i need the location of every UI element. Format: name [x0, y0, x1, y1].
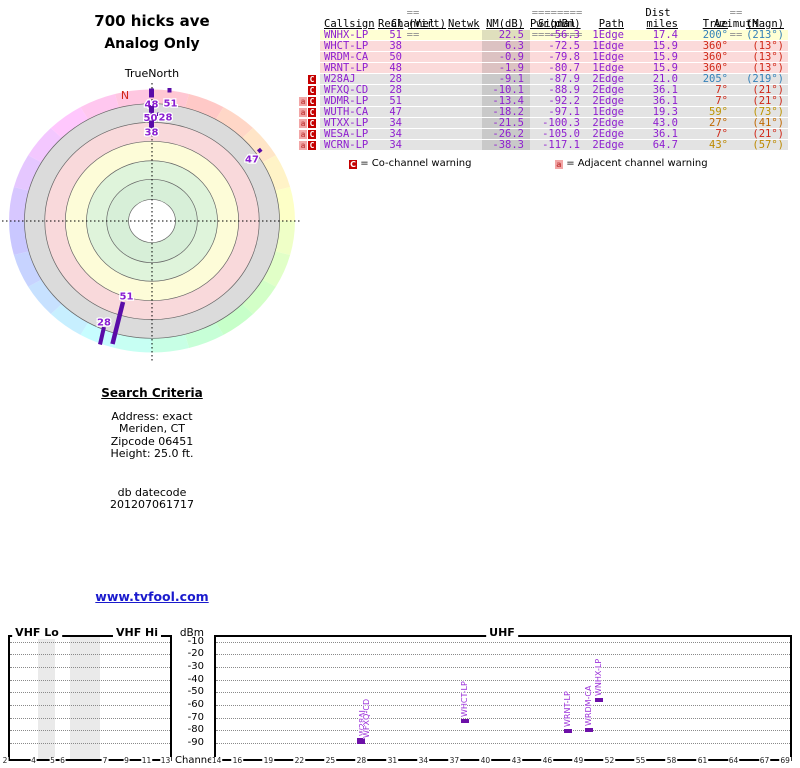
spectrum-station-label: WRDM-CA — [583, 685, 593, 727]
dbm-gridline — [216, 743, 790, 744]
channel-tick-label: 9 — [123, 756, 130, 765]
dbm-gridline — [216, 679, 790, 681]
spectrum-station-label: WFXQ-CD — [362, 698, 372, 738]
dbm-gridline — [10, 730, 170, 732]
channel-tick-label: 55 — [634, 756, 647, 765]
spectrum-station-bar — [564, 729, 573, 734]
dbm-tick-label: -80 — [187, 724, 204, 736]
channel-tick-label: 61 — [696, 756, 709, 765]
channel-tick-label: 64 — [727, 756, 740, 765]
channel-tick-label: 11 — [140, 756, 153, 765]
spectrum-station-label: WRNT-LP — [563, 691, 573, 728]
channel-tick-label: 37 — [448, 756, 461, 765]
dbm-gridline — [216, 705, 790, 706]
channel-tick-label: 43 — [510, 756, 523, 765]
vhf-lo-label: VHF Lo — [12, 627, 62, 639]
channel-tick-label: 28 — [355, 756, 368, 765]
spectrum-station-bar — [460, 718, 469, 723]
dbm-tick-label: -20 — [187, 648, 204, 660]
dbm-gridline — [10, 654, 170, 656]
channel-axis-label: Channel — [175, 755, 217, 766]
channel-tick-label: 6 — [59, 756, 66, 765]
dbm-gridline — [10, 705, 170, 706]
channel-tick-label: 4 — [30, 756, 37, 765]
spectrum-station-bar — [357, 739, 366, 744]
dbm-gridline — [216, 654, 790, 656]
channel-tick-label: 67 — [758, 756, 771, 765]
vhf-hi-label: VHF Hi — [112, 627, 162, 639]
channel-tick-label: 2 — [1, 756, 9, 765]
channel-tick-label: 25 — [324, 756, 337, 765]
channel-tick-label: 34 — [417, 756, 430, 765]
channel-tick-label: 7 — [101, 756, 109, 765]
dbm-gridline — [10, 641, 170, 643]
dbm-gridline — [216, 717, 790, 719]
dbm-gridline — [10, 743, 170, 744]
channel-tick-label: 69 — [779, 756, 791, 765]
dbm-tick-label: -40 — [187, 673, 204, 685]
dbm-gridline — [216, 641, 790, 643]
signal-spectrum-chart: -10 -20 -30 -40 -50 -60 -70 -80 -90 VHF Lo VHF Hi U… — [0, 0, 800, 768]
channel-tick-label: 19 — [262, 756, 275, 765]
dbm-gridline — [10, 667, 170, 669]
dbm-axis-label: dBm — [179, 627, 204, 639]
dbm-gridline — [216, 667, 790, 669]
spectrum-station-label: WHCT-LP — [459, 681, 469, 717]
dbm-tick-label: -30 — [187, 661, 204, 673]
channel-tick-label: 5 — [49, 756, 56, 765]
channel-tick-label: 14 — [210, 756, 223, 765]
dbm-gridline — [10, 717, 170, 719]
channel-tick-label: 49 — [572, 756, 585, 765]
channel-tick-label: 58 — [665, 756, 678, 765]
channel-tick-label: 46 — [541, 756, 554, 765]
dbm-gridline — [216, 692, 790, 694]
channel-tick-label: 16 — [231, 756, 244, 765]
channel-tick-label: 22 — [293, 756, 306, 765]
uhf-label: UHF — [486, 627, 518, 639]
dbm-tick-label: -50 — [187, 686, 204, 698]
channel-tick-label: 31 — [386, 756, 399, 765]
dbm-gridline — [10, 679, 170, 681]
dbm-gridline — [10, 692, 170, 694]
dbm-tick-label: -70 — [187, 711, 204, 723]
dbm-gridline — [216, 730, 790, 732]
spectrum-station-bar — [584, 728, 593, 733]
dbm-tick-label: -60 — [187, 699, 204, 710]
channel-tick-label: 40 — [479, 756, 492, 765]
channel-tick-label: 52 — [603, 756, 616, 765]
spectrum-station-bar — [595, 698, 604, 703]
spectrum-station-label: WNHX-LP — [594, 659, 604, 697]
dbm-tick-label: -90 — [187, 737, 204, 748]
channel-tick-label: 13 — [159, 756, 172, 765]
